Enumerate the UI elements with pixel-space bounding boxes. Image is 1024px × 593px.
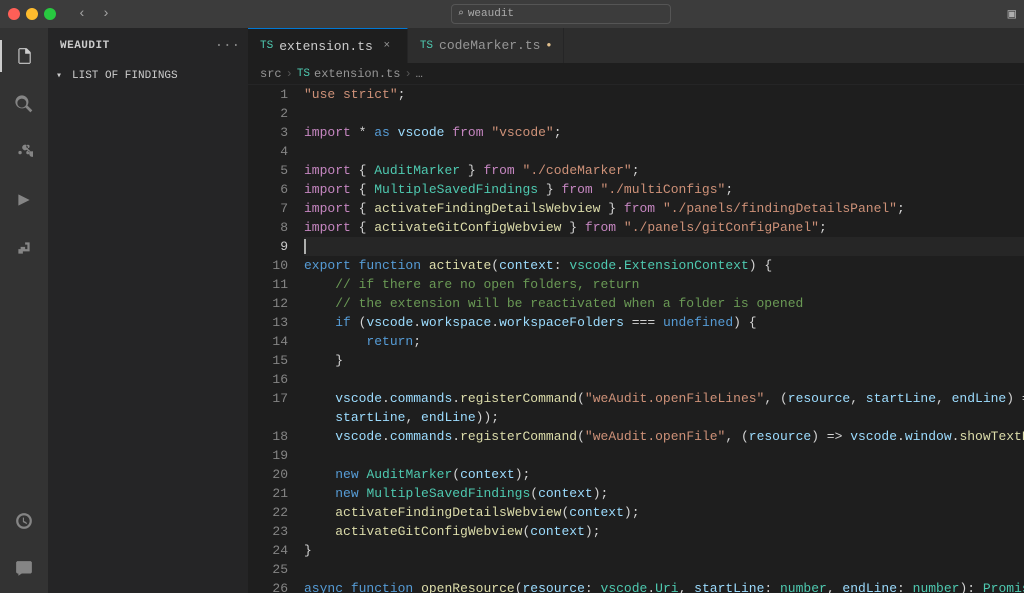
tab-close-extension[interactable]: ×: [379, 38, 395, 54]
code-line: export function activate(context: vscode…: [304, 256, 1024, 275]
code-line: [304, 370, 1024, 389]
breadcrumb-file[interactable]: extension.ts: [314, 67, 400, 81]
tab-label-extension: extension.ts: [279, 39, 373, 54]
tabs-bar: TS extension.ts × TS codeMarker.ts ●: [248, 28, 1024, 63]
code-line: activateFindingDetailsWebview(context);: [304, 503, 1024, 522]
activity-icon-run[interactable]: [0, 176, 48, 224]
nav-back-button[interactable]: ‹: [74, 6, 90, 22]
tab-codemarker[interactable]: TS codeMarker.ts ●: [408, 28, 564, 63]
sidebar-section-title: LIST OF FINDINGS: [72, 70, 178, 82]
activity-bar: [0, 28, 48, 593]
editor-area: TS extension.ts × TS codeMarker.ts ● src…: [248, 28, 1024, 593]
sidebar: WEAUDIT ··· ▾ LIST OF FINDINGS: [48, 28, 248, 593]
tab-icon-ts2: TS: [420, 40, 433, 52]
code-line: import { MultipleSavedFindings } from ".…: [304, 180, 1024, 199]
activity-icon-chat[interactable]: [0, 545, 48, 593]
breadcrumb-ts-icon: TS: [297, 68, 310, 80]
activity-icon-scm[interactable]: [0, 128, 48, 176]
code-line: import { activateFindingDetailsWebview }…: [304, 199, 1024, 218]
breadcrumb: src › TS extension.ts › …: [248, 63, 1024, 85]
search-text: weaudit: [468, 8, 514, 20]
code-line: }: [304, 351, 1024, 370]
activity-icon-weaudit[interactable]: [0, 497, 48, 545]
titlebar: ‹ › ⌕ weaudit ▣: [0, 0, 1024, 28]
code-line: // the extension will be reactivated whe…: [304, 294, 1024, 313]
sidebar-more-icon[interactable]: ···: [215, 38, 240, 54]
activity-icon-search[interactable]: [0, 80, 48, 128]
code-line: startLine, endLine));: [304, 408, 1024, 427]
code-editor[interactable]: 1 2 3 4 5 6 7 8 9 10 11 12 13 14 15 16 1…: [248, 85, 1024, 593]
code-line: [304, 142, 1024, 161]
code-line: return;: [304, 332, 1024, 351]
code-line: [304, 446, 1024, 465]
nav-forward-button[interactable]: ›: [98, 6, 114, 22]
search-icon: ⌕: [458, 8, 464, 20]
code-line: }: [304, 541, 1024, 560]
line-numbers: 1 2 3 4 5 6 7 8 9 10 11 12 13 14 15 16 1…: [248, 85, 300, 593]
tab-modified-codemarker: ●: [546, 41, 551, 50]
tab-extension[interactable]: TS extension.ts ×: [248, 28, 408, 63]
code-line: vscode.commands.registerCommand("weAudit…: [304, 389, 1024, 408]
code-line-cursor: [304, 237, 1024, 256]
traffic-min[interactable]: [26, 8, 38, 20]
activity-icon-extensions[interactable]: [0, 224, 48, 272]
code-line: vscode.commands.registerCommand("weAudit…: [304, 427, 1024, 446]
code-line: import { activateGitConfigWebview } from…: [304, 218, 1024, 237]
code-line: // if there are no open folders, return: [304, 275, 1024, 294]
code-line: "use strict";: [304, 85, 1024, 104]
sidebar-section-header[interactable]: ▾ LIST OF FINDINGS: [48, 65, 248, 87]
code-content[interactable]: "use strict"; import * as vscode from "v…: [300, 85, 1024, 593]
search-box[interactable]: ⌕ weaudit: [451, 4, 671, 24]
tab-icon-ts: TS: [260, 40, 273, 52]
code-line: [304, 560, 1024, 579]
code-line: new MultipleSavedFindings(context);: [304, 484, 1024, 503]
code-line: import { AuditMarker } from "./codeMarke…: [304, 161, 1024, 180]
chevron-down-icon: ▾: [56, 70, 68, 82]
code-line: new AuditMarker(context);: [304, 465, 1024, 484]
sidebar-title: WEAUDIT: [60, 40, 110, 52]
sidebar-toggle-icon[interactable]: ▣: [1008, 6, 1016, 23]
code-line: activateGitConfigWebview(context);: [304, 522, 1024, 541]
activity-icon-files[interactable]: [0, 32, 48, 80]
traffic-close[interactable]: [8, 8, 20, 20]
traffic-max[interactable]: [44, 8, 56, 20]
breadcrumb-ellipsis: …: [416, 67, 423, 81]
code-line: import * as vscode from "vscode";: [304, 123, 1024, 142]
breadcrumb-src[interactable]: src: [260, 67, 282, 81]
tab-label-codemarker: codeMarker.ts: [439, 38, 540, 53]
code-line: if (vscode.workspace.workspaceFolders ==…: [304, 313, 1024, 332]
code-line: async function openResource(resource: vs…: [304, 579, 1024, 593]
code-line: [304, 104, 1024, 123]
